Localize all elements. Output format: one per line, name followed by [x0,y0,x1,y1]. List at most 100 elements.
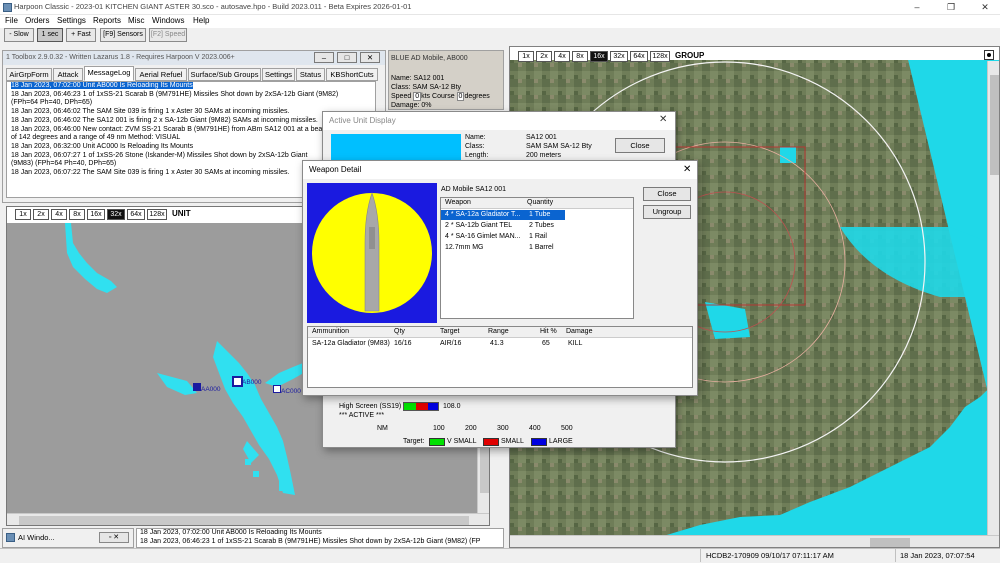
speed-unit: kts [421,93,431,100]
menu-file[interactable]: File [5,16,18,25]
bottom-message-log[interactable]: 18 Jan 2023, 07:02:00 Unit AB000 Is Relo… [136,528,504,548]
ammunition-table[interactable]: Ammunition Qty Target Range Hit % Damage… [307,326,693,388]
menu-orders[interactable]: Orders [25,16,49,25]
toolbox-maximize-icon[interactable]: □ [337,52,357,63]
range-tick: 200 [465,425,477,432]
tab-status[interactable]: Status [296,68,325,81]
aud-close-button[interactable]: Close [615,138,665,153]
active-unit-close-icon[interactable]: ✕ [659,114,667,125]
ammo-col-qty[interactable]: Qty [394,328,405,335]
unit-zoom-2x[interactable]: 2x [33,209,49,220]
weapon-row-name[interactable]: 2 * SA-12b Giant TEL [445,222,512,229]
weapon-row-name[interactable]: 4 * SA-12a Gladiator T... [445,211,520,218]
ammo-cell[interactable]: AIR/16 [440,340,461,347]
ammo-cell[interactable]: KILL [568,340,582,347]
ammo-col-damage[interactable]: Damage [566,328,592,335]
speed-field[interactable]: 0 [413,92,422,101]
tab-aerial-refuel[interactable]: Aerial Refuel [135,68,187,81]
weapon-row-qty[interactable]: 2 Tubes [529,222,554,229]
message-line[interactable]: 18 Jan 2023, 06:32:00 Unit AC000 Is Relo… [7,143,375,152]
fast-button[interactable]: + Fast [66,28,96,42]
quantity-col-header[interactable]: Quantity [527,199,553,206]
unit-zoom-32x[interactable]: 32x [107,209,125,220]
aud-length-value: 200 meters [526,152,562,159]
ammo-cell[interactable]: 41.3 [490,340,504,347]
speed-button[interactable]: [F2] Speed [149,28,187,42]
unit-marker-ab000[interactable]: AB000 [233,377,262,386]
group-zoom-16x[interactable]: 16x [590,51,608,62]
unit-zoom-1x[interactable]: 1x [15,209,31,220]
message-line[interactable]: 18 Jan 2023, 06:46:00 New contact: ZVM S… [7,126,375,135]
group-zoom-8x[interactable]: 8x [572,51,588,62]
group-zoom-32x[interactable]: 32x [610,51,628,62]
message-line[interactable]: (FPh=64 Ph=40, DPh=65) [7,99,375,108]
weapon-list[interactable]: Weapon Quantity 4 * SA-12a Gladiator T..… [440,197,634,319]
toolbox-minimize-icon[interactable]: – [314,52,334,63]
tab-attack[interactable]: Attack [53,68,83,81]
ammo-cell[interactable]: 65 [542,340,550,347]
ammo-col-range[interactable]: Range [488,328,509,335]
range-nm-label: NM [377,425,388,432]
course-label: Course [432,93,455,100]
ammo-col-hit[interactable]: Hit % [540,328,557,335]
group-zoom-1x[interactable]: 1x [518,51,534,62]
ai-window-buttons[interactable]: ▫ ✕ [99,532,129,543]
maximize-icon[interactable]: ❐ [936,0,966,14]
message-line[interactable]: 18 Jan 2023, 06:46:02 The SAM Site 039 i… [7,108,375,117]
toolbox-close-icon[interactable]: ✕ [360,52,380,63]
unit-zoom-128x[interactable]: 128x [147,209,167,220]
target-label: Target: [403,438,425,445]
unit-map-hscroll[interactable] [7,513,489,525]
close-icon[interactable]: ✕ [970,0,1000,14]
message-line[interactable]: 18 Jan 2023, 07:02:00 Unit AB000 Is Relo… [11,82,193,89]
sensors-button[interactable]: [F9] Sensors [100,28,146,42]
ammo-col-ammunition[interactable]: Ammunition [312,328,349,335]
one-sec-button[interactable]: 1 sec [37,28,63,42]
group-zoom-64x[interactable]: 64x [630,51,648,62]
group-map-label: GROUP [675,51,705,60]
ammo-cell[interactable]: 16/16 [394,340,412,347]
message-line[interactable]: of 142 degrees and a range of 49 nm Meth… [7,134,375,143]
weapon-col-header[interactable]: Weapon [445,199,471,206]
map-center-icon[interactable] [984,50,994,60]
message-line[interactable]: 18 Jan 2023, 06:46:23 1 of 1xSS-21 Scara… [7,91,375,100]
group-zoom-4x[interactable]: 4x [554,51,570,62]
weapon-row-qty[interactable]: 1 Tube [529,211,550,218]
menu-misc[interactable]: Misc [128,16,144,25]
menu-help[interactable]: Help [193,16,209,25]
tab-settings[interactable]: Settings [262,68,295,81]
group-zoom-2x[interactable]: 2x [536,51,552,62]
tab-surface-sub-groups[interactable]: Surface/Sub Groups [188,68,261,81]
unit-zoom-16x[interactable]: 16x [87,209,105,220]
message-line[interactable]: 18 Jan 2023, 06:46:02 The SA12 001 is fi… [7,117,375,126]
unit-marker-ac000[interactable]: AC000 [273,385,301,395]
unit-zoom-64x[interactable]: 64x [127,209,145,220]
menu-settings[interactable]: Settings [57,16,86,25]
weapon-close-button[interactable]: Close [643,187,691,201]
weapon-row-qty[interactable]: 1 Barrel [529,244,554,251]
weapon-row-qty[interactable]: 1 Rail [529,233,547,240]
menu-bar [0,15,1000,28]
tab-kbshortcuts[interactable]: KBShortCuts [326,68,378,81]
minimize-icon[interactable]: – [902,0,932,14]
app-icon [3,3,12,12]
slow-button[interactable]: - Slow [4,28,34,42]
tab-airgrpform[interactable]: AirGrpForm [6,68,52,81]
ai-window-tab[interactable]: AI Windo... ▫ ✕ [2,528,134,548]
weapon-detail-close-icon[interactable]: ✕ [683,164,691,175]
group-map-vscroll[interactable] [987,61,999,535]
target-vsmall-label: V SMALL [447,438,477,445]
weapon-row-name[interactable]: 4 * SA-16 Gimlet MAN... [445,233,520,240]
ammo-col-target[interactable]: Target [440,328,459,335]
tab-messagelog[interactable]: MessageLog [84,66,134,81]
group-map-hscroll[interactable] [510,535,999,547]
ammo-cell[interactable]: SA-12a Gladiator (9M83) [312,340,390,347]
ungroup-button[interactable]: Ungroup [643,205,691,219]
group-zoom-128x[interactable]: 128x [650,51,670,62]
unit-zoom-8x[interactable]: 8x [69,209,85,220]
weapon-row-name[interactable]: 12.7mm MG [445,244,484,251]
unit-zoom-4x[interactable]: 4x [51,209,67,220]
menu-windows[interactable]: Windows [152,16,184,25]
menu-reports[interactable]: Reports [93,16,121,25]
unit-marker-aa000[interactable]: AA000 [193,383,221,393]
